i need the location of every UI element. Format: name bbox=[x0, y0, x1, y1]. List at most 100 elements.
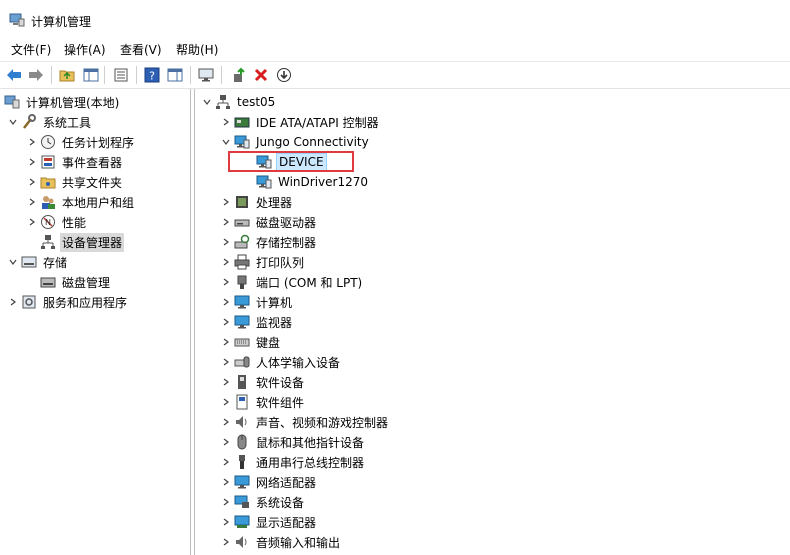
tree-node-device-manager[interactable]: 设备管理器 bbox=[40, 232, 125, 252]
tree-node-keyboards[interactable]: 键盘 bbox=[220, 332, 282, 352]
menu-action[interactable]: 操作(A) bbox=[64, 41, 106, 58]
tools-icon bbox=[21, 114, 37, 130]
chevron-right-icon[interactable] bbox=[26, 176, 38, 188]
tree-label: 软件组件 bbox=[256, 395, 305, 410]
tree-node-display[interactable]: 显示适配器 bbox=[220, 512, 318, 532]
network-adapter-icon bbox=[234, 474, 250, 490]
tree-label: 显示适配器 bbox=[256, 515, 317, 530]
tree-node-disk-drives[interactable]: 磁盘驱动器 bbox=[220, 212, 318, 232]
tree-label: 人体学输入设备 bbox=[256, 355, 341, 370]
tree-node-local-users[interactable]: 本地用户和组 bbox=[26, 192, 136, 212]
chevron-right-icon[interactable] bbox=[220, 216, 232, 228]
tree-node-print-queues[interactable]: 打印队列 bbox=[220, 252, 306, 272]
tree-node-network[interactable]: 网络适配器 bbox=[220, 472, 318, 492]
show-hide-tree-icon[interactable] bbox=[82, 66, 100, 84]
chevron-right-icon[interactable] bbox=[7, 296, 19, 308]
back-arrow-icon[interactable] bbox=[5, 66, 23, 84]
tree-node-event-viewer[interactable]: 事件查看器 bbox=[26, 152, 124, 172]
tree-node-hid[interactable]: 人体学输入设备 bbox=[220, 352, 342, 372]
chevron-right-icon[interactable] bbox=[220, 336, 232, 348]
tree-node-jungo[interactable]: Jungo Connectivity bbox=[220, 132, 371, 152]
tree-node-performance[interactable]: N 性能 bbox=[26, 212, 88, 232]
chevron-right-icon[interactable] bbox=[220, 296, 232, 308]
tree-node-system-devices[interactable]: 系统设备 bbox=[220, 492, 306, 512]
chevron-right-icon[interactable] bbox=[220, 396, 232, 408]
tree-node-system-tools[interactable]: 系统工具 bbox=[7, 112, 93, 132]
tree-label: 系统工具 bbox=[43, 115, 92, 130]
tree-node-software-devices[interactable]: 软件设备 bbox=[220, 372, 306, 392]
toolbar-separator bbox=[104, 66, 105, 84]
chevron-down-icon[interactable] bbox=[220, 136, 232, 148]
tree-node-processor[interactable]: 处理器 bbox=[220, 192, 294, 212]
tree-node-ide[interactable]: IDE ATA/ATAPI 控制器 bbox=[220, 112, 381, 132]
chevron-right-icon[interactable] bbox=[26, 196, 38, 208]
chevron-right-icon[interactable] bbox=[220, 416, 232, 428]
chevron-right-icon[interactable] bbox=[220, 376, 232, 388]
monitor-icon bbox=[234, 314, 250, 330]
chevron-right-icon[interactable] bbox=[220, 196, 232, 208]
tree-node-monitors[interactable]: 监视器 bbox=[220, 312, 294, 332]
chevron-down-icon[interactable] bbox=[201, 96, 213, 108]
tree-node-audio-io[interactable]: 音频输入和输出 bbox=[220, 532, 342, 552]
tree-node-mice[interactable]: 鼠标和其他指针设备 bbox=[220, 432, 366, 452]
tree-label: 计算机 bbox=[256, 295, 293, 310]
menu-file[interactable]: 文件(F) bbox=[11, 41, 51, 58]
chevron-right-icon[interactable] bbox=[220, 496, 232, 508]
tree-node-shared-folders[interactable]: 共享文件夹 bbox=[26, 172, 124, 192]
chevron-right-icon[interactable] bbox=[220, 116, 232, 128]
keyboard-icon bbox=[234, 334, 250, 350]
chevron-down-icon[interactable] bbox=[7, 256, 19, 268]
chevron-right-icon[interactable] bbox=[220, 356, 232, 368]
tree-node-ports[interactable]: 端口 (COM 和 LPT) bbox=[220, 272, 364, 292]
chevron-down-icon[interactable] bbox=[7, 116, 19, 128]
computer-tree-icon bbox=[215, 94, 231, 110]
computer-icon bbox=[234, 294, 250, 310]
chevron-right-icon[interactable] bbox=[26, 156, 38, 168]
tree-node-storage-controllers[interactable]: 存储控制器 bbox=[220, 232, 318, 252]
chevron-right-icon[interactable] bbox=[220, 536, 232, 548]
uninstall-icon[interactable] bbox=[252, 66, 270, 84]
tree-label: test05 bbox=[237, 95, 276, 109]
tree-node-usb[interactable]: 通用串行总线控制器 bbox=[220, 452, 366, 472]
title-bar: 计算机管理 bbox=[0, 0, 790, 38]
tree-node-task-scheduler[interactable]: 任务计划程序 bbox=[26, 132, 136, 152]
tree-node-services-apps[interactable]: 服务和应用程序 bbox=[7, 292, 129, 312]
tree-node-storage[interactable]: 存储 bbox=[7, 252, 69, 272]
tree-node-disk-management[interactable]: 磁盘管理 bbox=[40, 272, 112, 292]
menu-help[interactable]: 帮助(H) bbox=[176, 41, 218, 58]
event-viewer-icon bbox=[40, 154, 56, 170]
chevron-right-icon[interactable] bbox=[220, 516, 232, 528]
software-device-icon bbox=[234, 374, 250, 390]
storage-controller-icon bbox=[234, 234, 250, 250]
disable-device-icon[interactable] bbox=[275, 66, 293, 84]
tree-node-windriver[interactable]: WinDriver1270 bbox=[256, 172, 370, 192]
tree-node-computer-management[interactable]: 计算机管理(本地) bbox=[4, 92, 121, 112]
chevron-right-icon[interactable] bbox=[220, 456, 232, 468]
chevron-right-icon[interactable] bbox=[220, 476, 232, 488]
update-driver-icon[interactable] bbox=[230, 66, 248, 84]
action-pane-icon[interactable] bbox=[166, 66, 184, 84]
menu-view[interactable]: 查看(V) bbox=[120, 41, 162, 58]
chevron-right-icon[interactable] bbox=[220, 316, 232, 328]
chevron-right-icon[interactable] bbox=[220, 276, 232, 288]
tree-label: 系统设备 bbox=[256, 495, 305, 510]
chevron-right-icon[interactable] bbox=[26, 216, 38, 228]
forward-arrow-icon[interactable] bbox=[27, 66, 45, 84]
tree-node-software-components[interactable]: 软件组件 bbox=[220, 392, 306, 412]
help-icon[interactable]: ? bbox=[143, 66, 161, 84]
speaker-icon bbox=[234, 534, 250, 550]
tree-label: 性能 bbox=[62, 215, 87, 230]
tree-node-test05[interactable]: test05 bbox=[201, 92, 277, 112]
tree-node-computer[interactable]: 计算机 bbox=[220, 292, 294, 312]
monitor-icon[interactable] bbox=[197, 66, 215, 84]
chevron-right-icon[interactable] bbox=[220, 236, 232, 248]
toolbar-separator bbox=[136, 66, 137, 84]
toolbar: ? bbox=[0, 61, 790, 89]
up-folder-icon[interactable] bbox=[58, 66, 76, 84]
chevron-right-icon[interactable] bbox=[220, 256, 232, 268]
chevron-right-icon[interactable] bbox=[220, 436, 232, 448]
storage-icon bbox=[21, 254, 37, 270]
chevron-right-icon[interactable] bbox=[26, 136, 38, 148]
tree-node-sound[interactable]: 声音、视频和游戏控制器 bbox=[220, 412, 390, 432]
properties-icon[interactable] bbox=[112, 66, 130, 84]
